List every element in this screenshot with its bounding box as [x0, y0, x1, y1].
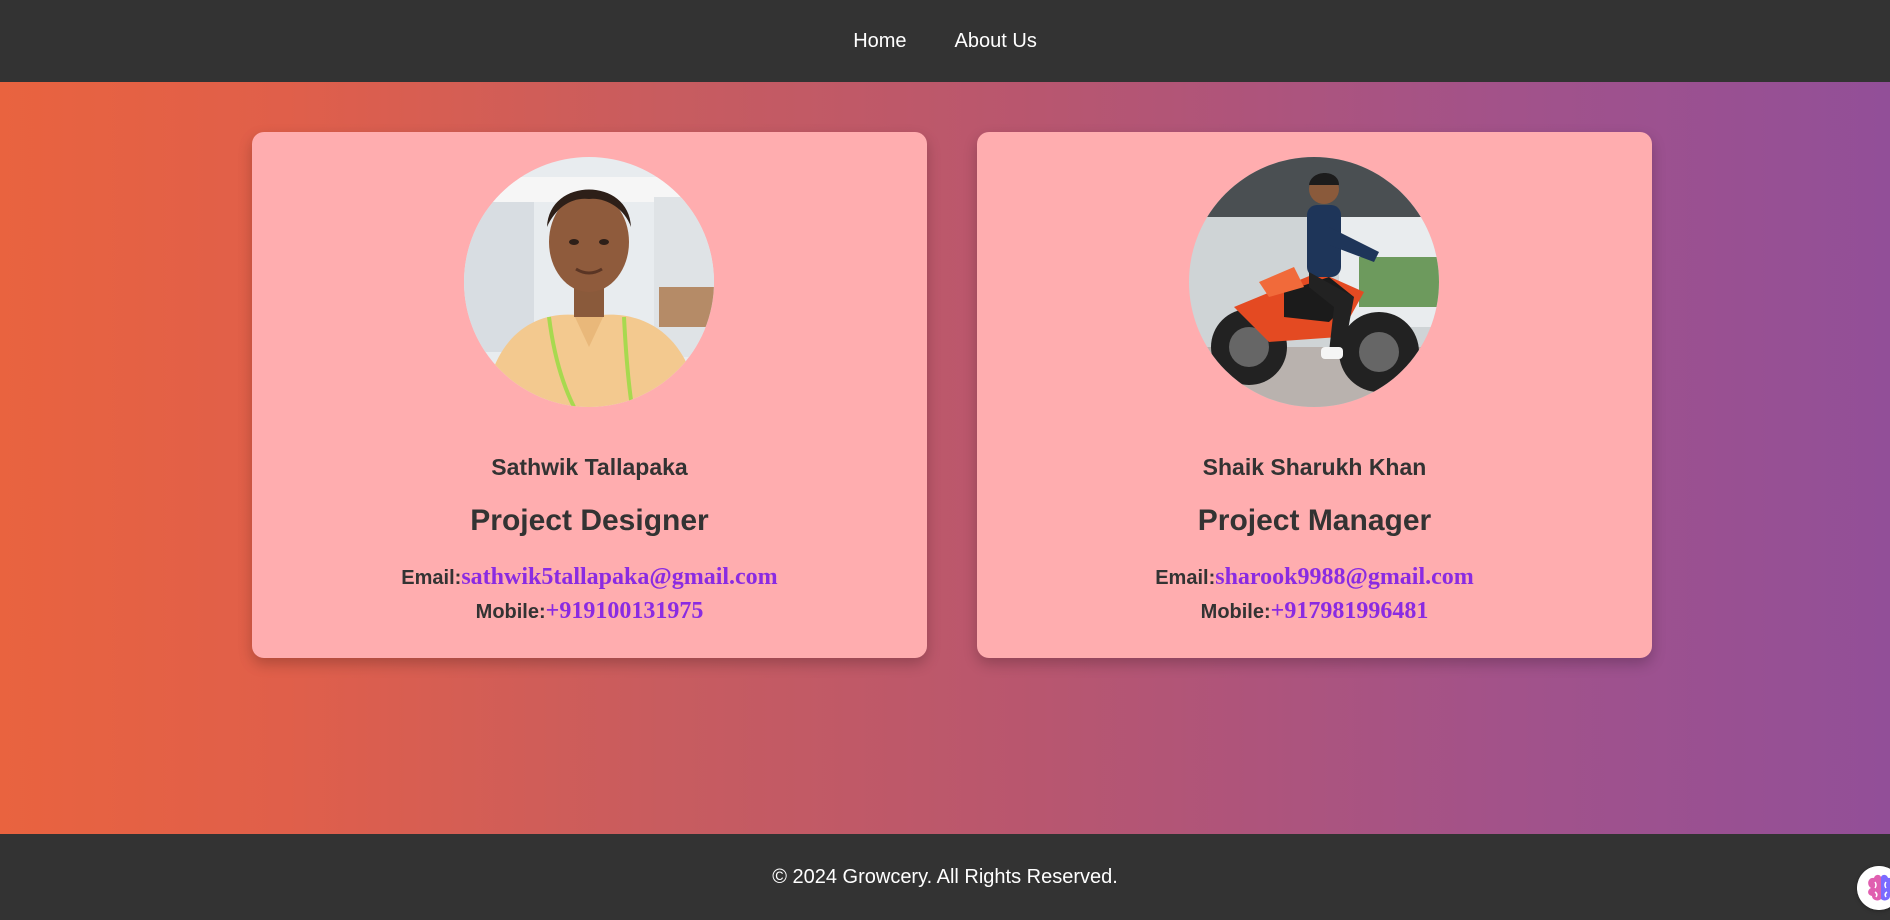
team-member-card: Sathwik Tallapaka Project Designer Email…: [252, 132, 927, 658]
member-role: Project Manager: [1197, 504, 1432, 537]
mobile-link[interactable]: +917981996481: [1271, 598, 1429, 624]
avatar: [464, 157, 714, 407]
mobile-link[interactable]: +919100131975: [546, 598, 704, 624]
avatar: [1189, 157, 1439, 407]
about-us-section: Sathwik Tallapaka Project Designer Email…: [0, 82, 1890, 834]
nav-about-us-link[interactable]: About Us: [931, 30, 1061, 53]
member-role: Project Designer: [470, 504, 709, 537]
footer: © 2024 Growcery. All Rights Reserved.: [0, 834, 1890, 920]
nav-home-link[interactable]: Home: [829, 30, 930, 53]
email-label: Email:: [1155, 567, 1216, 589]
email-link[interactable]: sharook9988@gmail.com: [1215, 564, 1474, 590]
mobile-row: Mobile:+919100131975: [252, 598, 927, 625]
email-link[interactable]: sathwik5tallapaka@gmail.com: [461, 564, 777, 590]
copyright-text: © 2024 Growcery. All Rights Reserved.: [772, 865, 1118, 888]
mobile-label: Mobile:: [1200, 601, 1271, 623]
member-name: Shaik Sharukh Khan: [1202, 454, 1427, 480]
email-row: Email:sharook9988@gmail.com: [977, 564, 1652, 591]
email-label: Email:: [401, 567, 462, 589]
mobile-row: Mobile:+917981996481: [977, 598, 1652, 625]
mobile-label: Mobile:: [475, 601, 546, 623]
member-name: Sathwik Tallapaka: [491, 454, 688, 480]
team-member-card: Shaik Sharukh Khan Project Manager Email…: [977, 132, 1652, 658]
email-row: Email:sathwik5tallapaka@gmail.com: [252, 564, 927, 591]
top-navbar: Home About Us: [0, 0, 1890, 82]
